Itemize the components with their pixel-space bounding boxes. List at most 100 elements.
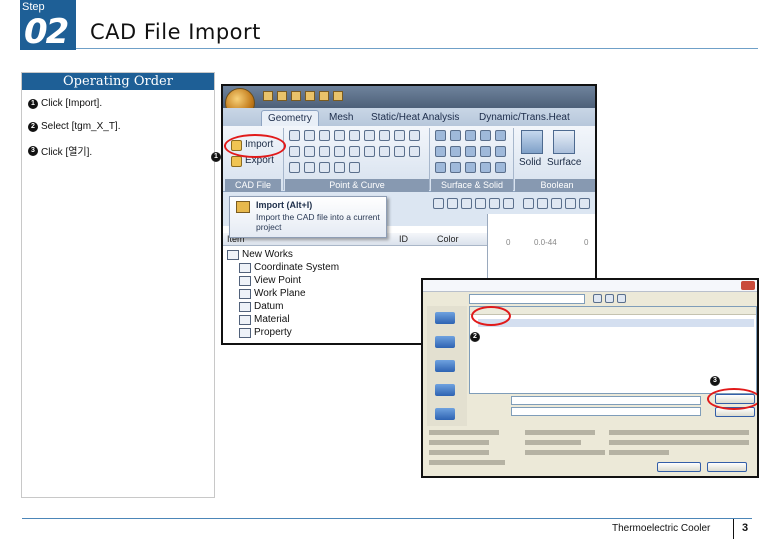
open-file-icon[interactable] (277, 91, 287, 101)
tree-item-datum[interactable]: Datum (239, 301, 283, 312)
view-right-icon[interactable] (503, 198, 514, 209)
view-left-icon[interactable] (489, 198, 500, 209)
torus-icon[interactable] (495, 130, 506, 141)
order-item-2: 2 Select [tgm_X_T]. (28, 121, 120, 132)
file-row-tgm-x-t[interactable] (478, 319, 754, 327)
copy-icon[interactable] (334, 162, 345, 173)
cylinder-icon[interactable] (450, 130, 461, 141)
option-line (525, 450, 605, 455)
extrude-icon[interactable] (435, 146, 446, 157)
title-divider (76, 48, 758, 49)
view-bottom-icon[interactable] (475, 198, 486, 209)
highlight-open-button (707, 388, 757, 410)
tree-item-new-works[interactable]: New Works (227, 249, 293, 260)
divide-icon[interactable] (394, 146, 405, 157)
split-icon[interactable] (495, 162, 506, 173)
stitch-icon[interactable] (480, 162, 491, 173)
sweep-icon[interactable] (465, 146, 476, 157)
solid-button[interactable]: Solid (519, 157, 541, 168)
ruled-surface-icon[interactable] (450, 162, 461, 173)
patch-icon[interactable] (465, 162, 476, 173)
tab-dynamic-trans-heat-analysis[interactable]: Dynamic/Trans.Heat Analysis (473, 110, 595, 139)
trim-icon[interactable] (289, 146, 300, 157)
move-icon[interactable] (319, 162, 330, 173)
tree-item-label: Datum (254, 301, 284, 312)
plane-surface-icon[interactable] (435, 162, 446, 173)
group-separator (283, 128, 284, 190)
fillet-icon[interactable] (319, 146, 330, 157)
reset-all-button[interactable] (707, 462, 747, 472)
file-type-select[interactable] (511, 407, 701, 416)
shell-icon[interactable] (495, 146, 506, 157)
project-icon[interactable] (289, 162, 300, 173)
zoom-fit-icon[interactable] (537, 198, 548, 209)
print-icon[interactable] (319, 91, 329, 101)
my-computer-icon[interactable] (435, 384, 455, 396)
tree-col-color[interactable]: Color (437, 233, 459, 246)
new-file-icon[interactable] (263, 91, 273, 101)
save-as-icon[interactable] (305, 91, 315, 101)
tab-geometry[interactable]: Geometry (261, 110, 319, 126)
close-icon[interactable] (741, 281, 755, 290)
surface-button[interactable]: Surface (547, 157, 581, 168)
import-option-button[interactable] (657, 462, 701, 472)
tree-item-coordinate-system[interactable]: Coordinate System (239, 262, 339, 273)
sphere-icon[interactable] (480, 130, 491, 141)
rotate-view-icon[interactable] (579, 198, 590, 209)
spline-icon[interactable] (349, 130, 360, 141)
ellipse-icon[interactable] (394, 130, 405, 141)
network-icon[interactable] (435, 408, 455, 420)
tree-item-property[interactable]: Property (239, 327, 292, 338)
tree-item-label: Property (254, 327, 292, 338)
close-file-icon[interactable] (333, 91, 343, 101)
polyline-icon[interactable] (364, 130, 375, 141)
curve-edit-icon[interactable] (409, 130, 420, 141)
pan-icon[interactable] (565, 198, 576, 209)
offset-icon[interactable] (334, 146, 345, 157)
zoom-window-icon[interactable] (551, 198, 562, 209)
viewport-label-b: 0.0-44 (534, 238, 557, 247)
tree-item-work-plane[interactable]: Work Plane (239, 288, 306, 299)
tab-mesh[interactable]: Mesh (323, 110, 359, 126)
arc-icon[interactable] (319, 130, 330, 141)
option-line (609, 440, 749, 445)
intersect-curve-icon[interactable] (304, 162, 315, 173)
rotate-icon[interactable] (364, 146, 375, 157)
look-in-dropdown[interactable] (469, 294, 585, 304)
scale-icon[interactable] (379, 146, 390, 157)
rectangle-icon[interactable] (379, 130, 390, 141)
tree-item-label: Material (254, 314, 290, 325)
export-icon[interactable] (231, 156, 242, 167)
join-icon[interactable] (409, 146, 420, 157)
view-menu-icon[interactable] (617, 294, 626, 303)
box-icon[interactable] (435, 130, 446, 141)
revolve-icon[interactable] (450, 146, 461, 157)
desktop-icon[interactable] (435, 336, 455, 348)
group-separator (429, 128, 430, 190)
extend-icon[interactable] (304, 146, 315, 157)
tree-item-view-point[interactable]: View Point (239, 275, 301, 286)
line-icon[interactable] (304, 130, 315, 141)
mirror-icon[interactable] (349, 146, 360, 157)
tree-col-id[interactable]: ID (399, 233, 408, 246)
folder-up-icon[interactable] (593, 294, 602, 303)
view-front-icon[interactable] (433, 198, 444, 209)
import-icon (236, 201, 250, 213)
my-documents-icon[interactable] (435, 360, 455, 372)
view-iso-icon[interactable] (523, 198, 534, 209)
tab-static-heat-analysis[interactable]: Static/Heat Analysis (365, 110, 465, 126)
cone-icon[interactable] (465, 130, 476, 141)
recent-places-icon[interactable] (435, 312, 455, 324)
file-name-input[interactable] (511, 396, 701, 405)
delete-icon[interactable] (349, 162, 360, 173)
solid-icon[interactable] (521, 130, 543, 154)
new-folder-icon[interactable] (605, 294, 614, 303)
save-icon[interactable] (291, 91, 301, 101)
point-icon[interactable] (289, 130, 300, 141)
tree-item-material[interactable]: Material (239, 314, 290, 325)
view-top-icon[interactable] (461, 198, 472, 209)
surface-icon[interactable] (553, 130, 575, 154)
loft-icon[interactable] (480, 146, 491, 157)
circle-icon[interactable] (334, 130, 345, 141)
view-back-icon[interactable] (447, 198, 458, 209)
